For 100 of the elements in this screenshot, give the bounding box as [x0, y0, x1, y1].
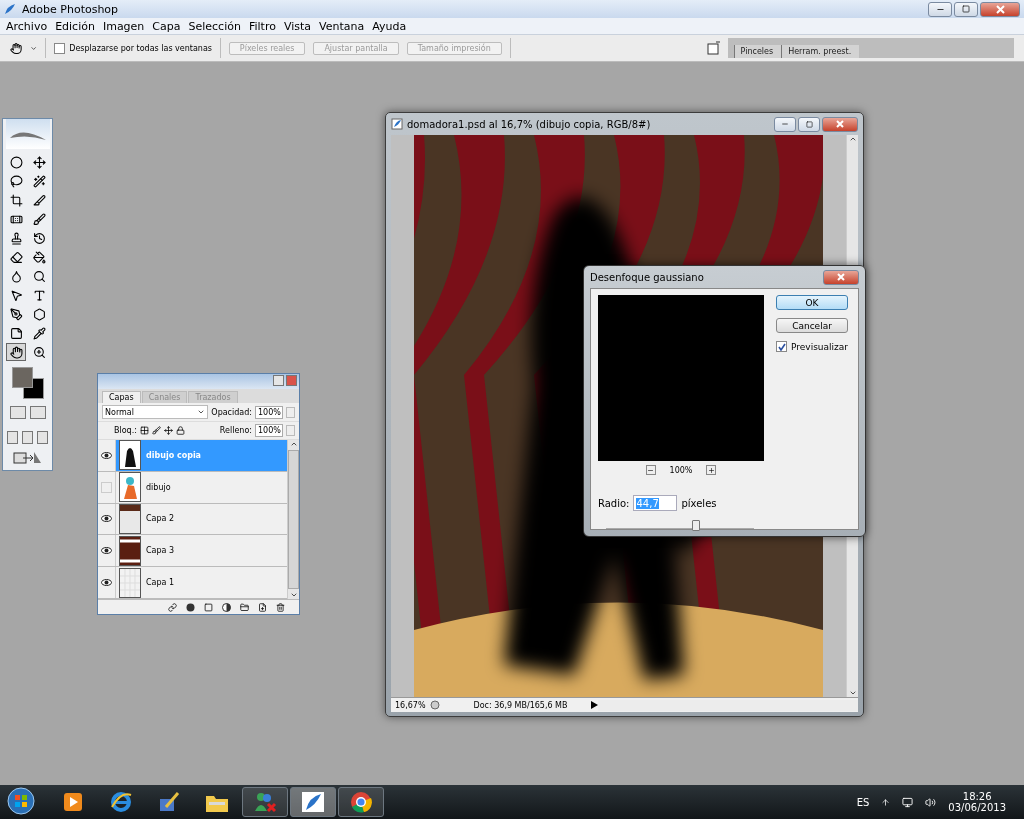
fill-field[interactable]: 100% [255, 424, 283, 437]
palette-tab[interactable]: Herram. preest. [781, 45, 860, 58]
taskbar-app-button[interactable] [338, 787, 384, 817]
color-swatches-drawing[interactable] [10, 366, 45, 400]
checkbox[interactable] [54, 42, 66, 54]
window-title: Adobe Photoshop [22, 2, 120, 16]
standard-mode-button[interactable] [9, 406, 26, 419]
screen-mode-button[interactable] [22, 431, 33, 444]
layer-row[interactable]: Capa 2 [116, 503, 287, 535]
minimize-button[interactable] [273, 375, 284, 386]
minimize-button[interactable] [774, 116, 796, 132]
layer-row[interactable]: Capa 1 [116, 567, 287, 598]
play-arrow-icon[interactable] [591, 701, 599, 709]
network-icon[interactable] [902, 796, 914, 808]
menu-item[interactable]: Imagen [98, 19, 149, 33]
lock-move-icon[interactable] [163, 426, 173, 435]
style-icon[interactable] [186, 602, 195, 612]
status-icon[interactable] [429, 700, 440, 710]
pencil-picture-icon [158, 791, 180, 813]
close-icon [837, 273, 845, 281]
layer-row[interactable]: Capa 3 [116, 535, 287, 567]
minimize-icon [781, 120, 789, 128]
adjustment-icon[interactable] [222, 602, 231, 612]
menu-item[interactable]: Ayuda [368, 19, 411, 33]
screen-mode-button[interactable] [7, 431, 18, 444]
move-icon [32, 155, 46, 169]
feather-icon [301, 791, 325, 813]
eye-icon [101, 515, 112, 523]
panel-tab[interactable]: Capas [102, 391, 141, 403]
blend-mode-dropdown[interactable]: Normal [102, 405, 209, 419]
layer-row[interactable]: dibujo [116, 471, 287, 503]
palette-icon[interactable] [706, 41, 720, 55]
minimize-button[interactable] [928, 1, 952, 17]
mask-icon[interactable] [204, 602, 213, 612]
zoom-out-button[interactable] [645, 465, 656, 475]
caret-icon [197, 408, 206, 416]
close-icon [995, 4, 1005, 14]
layer-thumbnail [119, 567, 141, 598]
lock-transparency-icon[interactable] [139, 426, 149, 435]
magic-wand-icon [32, 174, 46, 188]
scrollbar[interactable] [287, 440, 299, 599]
menu-item[interactable]: Selección [184, 19, 245, 33]
close-button[interactable] [823, 269, 859, 285]
eye-icon [101, 579, 112, 587]
square-icon [962, 5, 970, 13]
ok-button[interactable]: OK [776, 295, 848, 310]
magnifier-icon [32, 269, 46, 283]
visibility-toggle[interactable] [98, 567, 116, 598]
trash-icon[interactable] [276, 602, 285, 612]
link-icon[interactable] [168, 602, 177, 612]
layer-name: dibujo copia [146, 450, 202, 460]
close-button[interactable] [980, 1, 1020, 17]
opacity-field[interactable]: 100% [255, 405, 283, 419]
lock-icon[interactable] [175, 426, 185, 435]
close-button[interactable] [822, 116, 858, 132]
visibility-toggle[interactable] [98, 535, 116, 567]
folder-icon[interactable] [240, 602, 249, 612]
palette-tab[interactable]: Pinceles [733, 45, 782, 58]
eye-icon [101, 547, 112, 555]
jump-to-icon[interactable] [12, 450, 43, 464]
document-title: domadora1.psd al 16,7% (dibujo copia, RGB/8#) [407, 118, 652, 130]
start-button[interactable] [4, 787, 38, 817]
language-indicator[interactable]: ES [856, 796, 870, 808]
slider-thumb[interactable] [691, 519, 700, 531]
visibility-toggle[interactable] [98, 471, 116, 503]
tool-button[interactable] [6, 343, 26, 361]
document-icon [391, 118, 403, 130]
zoom-in-button[interactable] [706, 465, 717, 475]
eraser-icon [9, 250, 23, 264]
menu-item[interactable]: Capa [148, 19, 185, 33]
volume-icon[interactable] [925, 796, 937, 808]
restore-button[interactable] [954, 1, 978, 17]
new-layer-icon[interactable] [258, 602, 267, 612]
menu-item[interactable]: Vista [279, 19, 316, 33]
text-tool-icon [32, 288, 46, 302]
menu-item[interactable]: Archivo [2, 19, 52, 33]
cancel-button[interactable]: Cancelar [776, 318, 848, 333]
checkbox[interactable] [776, 341, 787, 352]
menu-item[interactable]: Edición [51, 19, 99, 33]
maximize-button[interactable] [798, 116, 820, 132]
check-mark-icon [777, 342, 786, 351]
arrow-up-icon[interactable] [881, 797, 891, 807]
hand-icon[interactable] [10, 40, 23, 56]
zoom-level: 16,67% [394, 700, 427, 710]
eyedropper-icon [32, 326, 46, 340]
screen-mode-button[interactable] [37, 431, 48, 444]
layer-thumbnail [119, 472, 141, 503]
menu-item[interactable]: Ventana [315, 19, 369, 33]
scrollbar[interactable] [598, 699, 858, 711]
opacity-label: Opacidad: [211, 407, 252, 417]
quick-mask-button[interactable] [29, 406, 46, 419]
lock-brush-icon[interactable] [151, 426, 161, 435]
chrome-icon [350, 791, 372, 813]
history-icon [32, 231, 46, 245]
arrow-up-icon [848, 135, 857, 143]
visibility-toggle[interactable] [98, 503, 116, 535]
layer-name: dibujo [146, 482, 171, 492]
menu-item[interactable]: Filtro [244, 19, 280, 33]
close-icon [836, 120, 844, 128]
hand-icon [9, 345, 23, 359]
